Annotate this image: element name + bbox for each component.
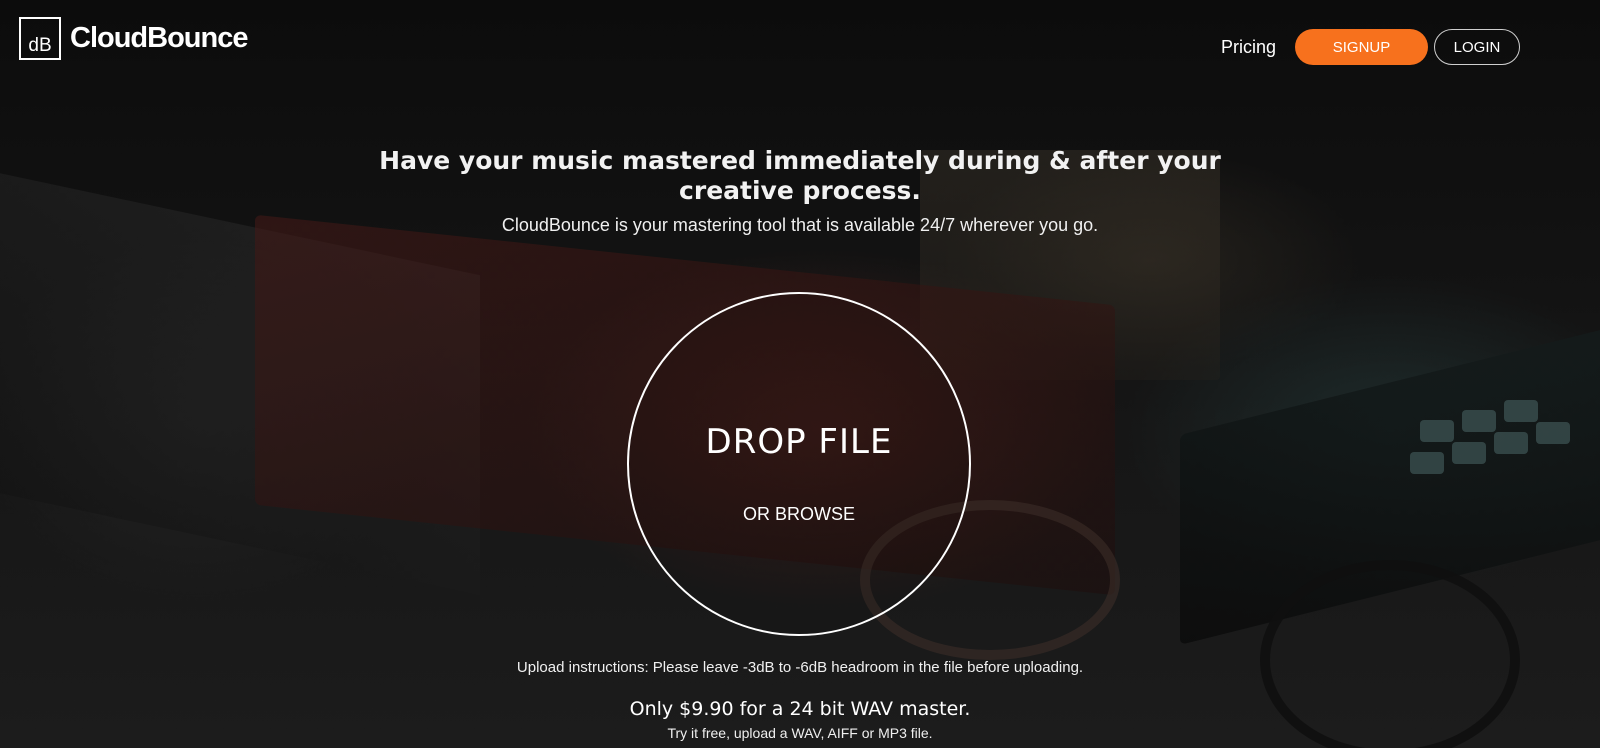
upload-instructions: Upload instructions: Please leave -3dB t… [516, 659, 1084, 676]
signup-button[interactable]: SIGNUP [1295, 29, 1428, 65]
file-dropzone[interactable]: DROP FILE OR BROWSE [627, 292, 971, 636]
hero-headline: Have your music mastered immediately dur… [379, 146, 1221, 205]
login-button[interactable]: LOGIN [1434, 29, 1520, 65]
background-pad [1452, 442, 1486, 464]
price-text: Only $9.90 for a 24 bit WAV master. [629, 698, 971, 720]
hero-subline: CloudBounce is your mastering tool that … [501, 215, 1099, 235]
drop-file-label: DROP FILE [705, 422, 893, 462]
background-pad [1504, 400, 1538, 422]
logo-text: CloudBounce [70, 22, 248, 54]
pricing-link[interactable]: Pricing [1221, 37, 1276, 58]
background-pad [1462, 410, 1496, 432]
try-free-text: Try it free, upload a WAV, AIFF or MP3 f… [667, 725, 933, 741]
logo[interactable]: dB CloudBounce [19, 17, 248, 60]
background-pad [1494, 432, 1528, 454]
main-nav: Pricing SIGNUP LOGIN [1221, 29, 1520, 65]
background-pad [1536, 422, 1570, 444]
background-pad [1410, 452, 1444, 474]
top-header: dB CloudBounce Pricing SIGNUP LOGIN [0, 0, 1600, 96]
browse-link[interactable]: OR BROWSE [629, 504, 969, 525]
background-pad [1420, 420, 1454, 442]
logo-mark: dB [19, 17, 61, 60]
